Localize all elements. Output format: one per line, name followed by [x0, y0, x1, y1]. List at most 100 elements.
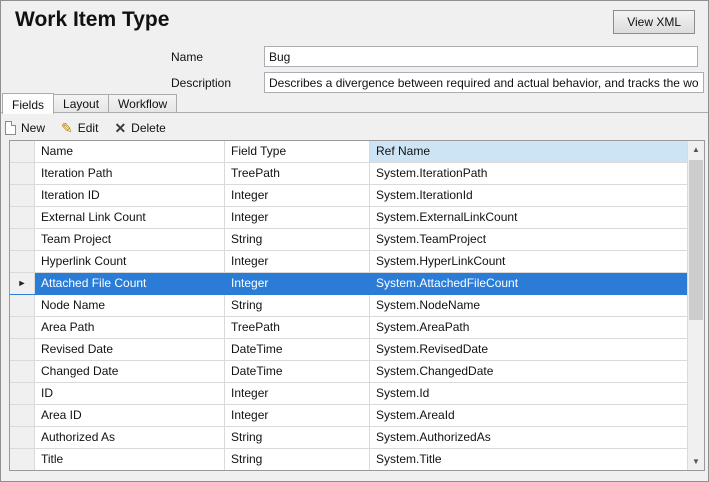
cell-field-type: Integer — [225, 383, 370, 404]
row-marker-icon — [10, 229, 35, 250]
table-row[interactable]: Revised Date DateTime System.RevisedDate — [10, 339, 687, 361]
grid-header-row: Name Field Type Ref Name — [10, 141, 687, 163]
new-button-label: New — [21, 121, 45, 135]
grid-header-marker-cell — [10, 141, 35, 162]
cell-ref-name: System.ExternalLinkCount — [370, 207, 687, 228]
cell-ref-name: System.Title — [370, 449, 687, 470]
row-marker-icon — [10, 383, 35, 404]
edit-button[interactable]: ✎ Edit — [61, 121, 98, 135]
scrollbar-thumb[interactable] — [689, 160, 703, 320]
tab-fields[interactable]: Fields — [2, 93, 54, 114]
cell-name: Title — [35, 449, 225, 470]
column-header-ref-name[interactable]: Ref Name — [370, 141, 687, 162]
grid-toolbar: New ✎ Edit ✕ Delete — [5, 116, 166, 140]
tab-workflow[interactable]: Workflow — [109, 94, 177, 113]
row-marker-icon — [10, 449, 35, 470]
row-marker-icon: ► — [10, 273, 35, 294]
cell-name: Attached File Count — [35, 273, 225, 294]
row-marker-icon — [10, 163, 35, 184]
cell-ref-name: System.NodeName — [370, 295, 687, 316]
cell-field-type: String — [225, 295, 370, 316]
table-row[interactable]: ID Integer System.Id — [10, 383, 687, 405]
cell-name: ID — [35, 383, 225, 404]
row-marker-icon — [10, 295, 35, 316]
table-row[interactable]: ► Attached File Count Integer System.Att… — [10, 273, 687, 295]
cell-field-type: String — [225, 427, 370, 448]
row-marker-icon — [10, 207, 35, 228]
name-label: Name — [171, 50, 203, 64]
scroll-down-icon[interactable]: ▼ — [688, 453, 704, 470]
cell-field-type: TreePath — [225, 317, 370, 338]
fields-grid: Name Field Type Ref Name Iteration Path … — [9, 140, 705, 471]
edit-button-label: Edit — [78, 121, 99, 135]
cell-ref-name: System.IterationId — [370, 185, 687, 206]
tabstrip: Fields Layout Workflow — [2, 93, 177, 113]
page-title: Work Item Type — [15, 8, 169, 32]
cell-name: Changed Date — [35, 361, 225, 382]
view-xml-button[interactable]: View XML — [613, 10, 695, 34]
column-header-field-type[interactable]: Field Type — [225, 141, 370, 162]
cell-name: Team Project — [35, 229, 225, 250]
table-row[interactable]: Iteration ID Integer System.IterationId — [10, 185, 687, 207]
cell-field-type: String — [225, 229, 370, 250]
cell-field-type: Integer — [225, 185, 370, 206]
new-document-icon — [5, 121, 16, 135]
cell-ref-name: System.HyperLinkCount — [370, 251, 687, 272]
table-row[interactable]: Node Name String System.NodeName — [10, 295, 687, 317]
cell-name: Iteration ID — [35, 185, 225, 206]
table-row[interactable]: Iteration Path TreePath System.Iteration… — [10, 163, 687, 185]
cell-ref-name: System.RevisedDate — [370, 339, 687, 360]
row-marker-icon — [10, 251, 35, 272]
row-marker-icon — [10, 317, 35, 338]
cell-field-type: DateTime — [225, 361, 370, 382]
name-input[interactable] — [264, 46, 698, 67]
column-header-name[interactable]: Name — [35, 141, 225, 162]
table-row[interactable]: Team Project String System.TeamProject — [10, 229, 687, 251]
grid-body: Iteration Path TreePath System.Iteration… — [10, 163, 687, 471]
table-row[interactable]: Area ID Integer System.AreaId — [10, 405, 687, 427]
work-item-type-window: Work Item Type View XML Name Description… — [0, 0, 709, 482]
cell-name: Hyperlink Count — [35, 251, 225, 272]
table-row[interactable]: External Link Count Integer System.Exter… — [10, 207, 687, 229]
cell-name: Authorized As — [35, 427, 225, 448]
description-input[interactable] — [264, 72, 704, 93]
cell-field-type: Integer — [225, 273, 370, 294]
pencil-icon: ✎ — [61, 121, 73, 135]
cell-field-type: Integer — [225, 405, 370, 426]
cell-ref-name: System.ChangedDate — [370, 361, 687, 382]
tab-layout[interactable]: Layout — [54, 94, 109, 113]
cell-ref-name: System.IterationPath — [370, 163, 687, 184]
table-row[interactable]: Changed Date DateTime System.ChangedDate — [10, 361, 687, 383]
cell-ref-name: System.AuthorizedAs — [370, 427, 687, 448]
row-marker-icon — [10, 405, 35, 426]
cell-name: Area ID — [35, 405, 225, 426]
cell-field-type: Integer — [225, 207, 370, 228]
description-label: Description — [171, 76, 231, 90]
row-marker-icon — [10, 427, 35, 448]
cell-ref-name: System.AreaPath — [370, 317, 687, 338]
cell-name: Area Path — [35, 317, 225, 338]
delete-button[interactable]: ✕ Delete — [114, 121, 165, 135]
cell-field-type: String — [225, 449, 370, 470]
table-row[interactable]: Hyperlink Count Integer System.HyperLink… — [10, 251, 687, 273]
row-marker-icon — [10, 185, 35, 206]
vertical-scrollbar[interactable]: ▲ ▼ — [687, 141, 704, 470]
cell-name: Node Name — [35, 295, 225, 316]
cell-field-type: TreePath — [225, 163, 370, 184]
table-row[interactable]: Authorized As String System.AuthorizedAs — [10, 427, 687, 449]
scroll-up-icon[interactable]: ▲ — [688, 141, 704, 158]
table-row[interactable]: Area Path TreePath System.AreaPath — [10, 317, 687, 339]
cell-ref-name: System.AreaId — [370, 405, 687, 426]
delete-button-label: Delete — [131, 121, 166, 135]
cell-field-type: Integer — [225, 251, 370, 272]
delete-x-icon: ✕ — [114, 121, 126, 135]
row-marker-icon — [10, 339, 35, 360]
new-button[interactable]: New — [5, 121, 45, 135]
table-row[interactable]: Title String System.Title — [10, 449, 687, 471]
cell-name: Iteration Path — [35, 163, 225, 184]
grid-inner: Name Field Type Ref Name Iteration Path … — [10, 141, 687, 470]
cell-name: External Link Count — [35, 207, 225, 228]
cell-ref-name: System.TeamProject — [370, 229, 687, 250]
cell-name: Revised Date — [35, 339, 225, 360]
cell-ref-name: System.Id — [370, 383, 687, 404]
